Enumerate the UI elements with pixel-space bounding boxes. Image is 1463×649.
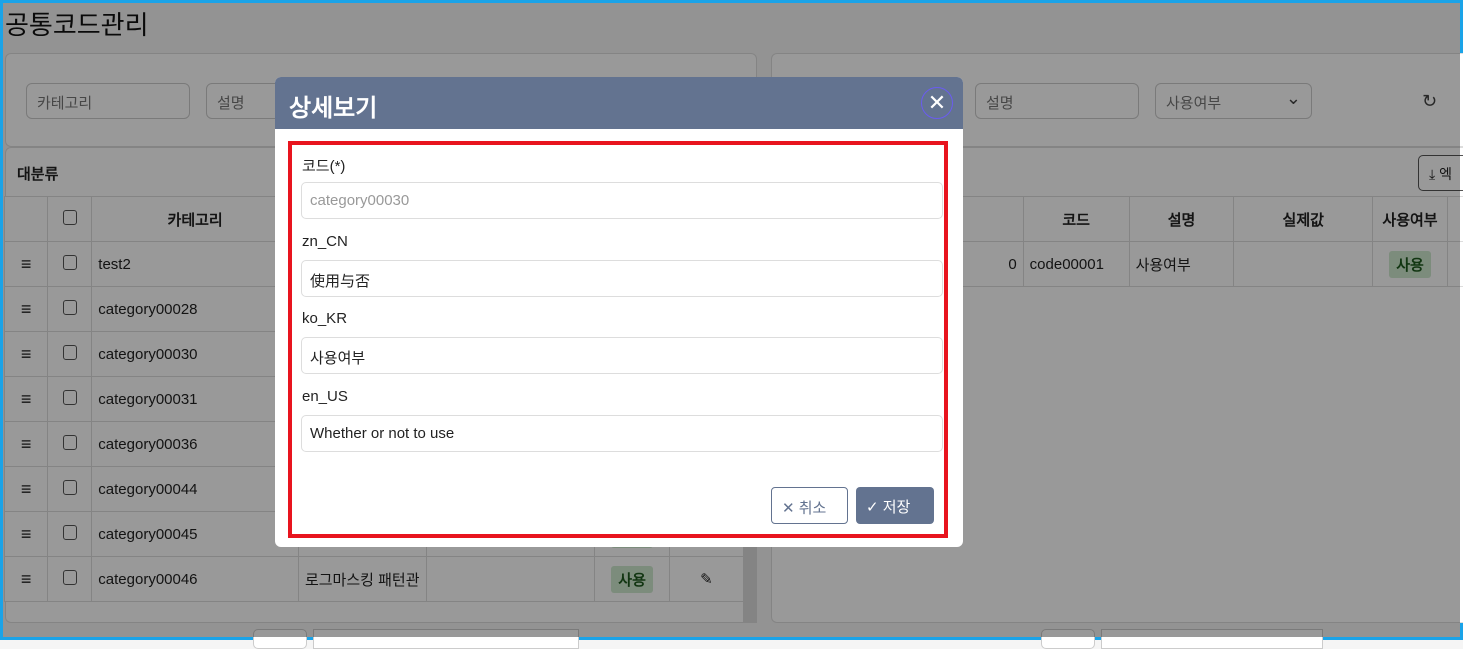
field-label: 코드(*) (302, 155, 345, 176)
highlight-box: 코드(*) category00030 zn_CN 使用与否 ko_KR 사용여부 en_U… (288, 141, 948, 538)
field-input[interactable]: category00030 (301, 182, 943, 219)
check-icon: ✓ (866, 499, 879, 516)
field-label: ko_KR (302, 310, 347, 327)
cancel-button[interactable]: ✕ 취소 (771, 487, 848, 524)
close-icon[interactable]: ✕ (921, 87, 953, 119)
detail-modal: 상세보기 ✕ 코드(*) category00030 zn_CN 使用与否 ko_KR 사… (275, 77, 963, 547)
field-input[interactable]: 使用与否 (301, 260, 943, 297)
field-label: en_US (302, 388, 348, 405)
modal-title: 상세보기 (275, 77, 963, 129)
cancel-label: 취소 (799, 500, 827, 517)
field-input[interactable]: Whether or not to use (301, 415, 943, 452)
field-label: zn_CN (302, 233, 348, 250)
field-input[interactable]: 사용여부 (301, 337, 943, 374)
x-icon: ✕ (782, 500, 795, 517)
save-label: 저장 (883, 499, 911, 516)
save-button[interactable]: ✓ 저장 (856, 487, 934, 524)
